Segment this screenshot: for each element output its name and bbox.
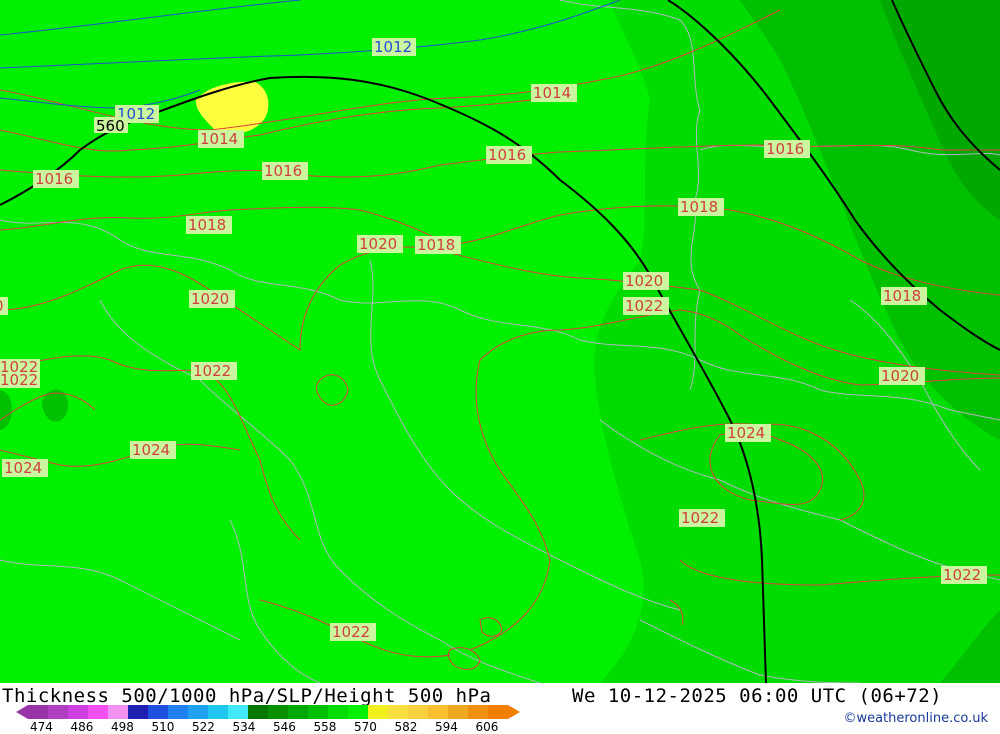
scale-swatch [328,705,348,719]
credit-text: ©weatheronline.co.uk [843,711,988,726]
scale-tick-label: 558 [313,720,337,734]
scale-swatches [28,705,508,719]
scale-swatch [348,705,368,719]
scale-tick-label: 522 [192,720,215,734]
svg-text:1016: 1016 [35,170,73,188]
scale-swatch [308,705,328,719]
svg-text:1020: 1020 [359,235,397,253]
scale-swatch [128,705,148,719]
scale-tick-label: 582 [394,720,418,734]
scale-swatch [408,705,428,719]
scale-tick-label: 546 [273,720,296,734]
isobar-label: 1024 [130,441,176,459]
svg-text:1022: 1022 [625,297,663,315]
scale-swatch [188,705,208,719]
isobar-label: 1022 [330,623,376,641]
scale-swatch [48,705,68,719]
svg-text:1020: 1020 [625,272,663,290]
scale-swatch [88,705,108,719]
svg-text:1012: 1012 [374,38,412,56]
svg-text:1018: 1018 [417,236,455,254]
isobar-label: 1022 [679,509,725,527]
scale-tick-label: 606 [475,720,499,734]
svg-text:1020: 1020 [881,367,919,385]
isobar-label: 1016 [262,162,308,180]
svg-text:1016: 1016 [766,140,804,158]
svg-text:1022: 1022 [0,371,38,389]
svg-text:1022: 1022 [193,362,231,380]
svg-text:1018: 1018 [680,198,718,216]
svg-text:1016: 1016 [488,146,526,164]
svg-text:1018: 1018 [188,216,226,234]
scale-swatch [108,705,128,719]
isobar-label: 1022 [941,566,987,584]
scale-swatch [148,705,168,719]
color-scale [16,705,520,719]
scale-swatch [28,705,48,719]
isobar-label: 1020 [623,272,669,290]
svg-text:1016: 1016 [264,162,302,180]
scale-tick-label: 594 [435,720,458,734]
scale-swatch [68,705,88,719]
scale-tick-label: 498 [111,720,134,734]
isobar-label: 1016 [486,146,532,164]
scale-tick-label: 534 [232,720,256,734]
scale-swatch [208,705,228,719]
svg-text:1014: 1014 [200,130,238,148]
scale-swatch [228,705,248,719]
scale-swatch [368,705,388,719]
weather-map: 1012 1012 560 1014 1014 1016 1016 1016 1… [0,0,1000,683]
height-label: 560 [94,117,128,135]
svg-text:1024: 1024 [4,459,42,477]
svg-text:560: 560 [96,117,125,135]
map-title: Thickness 500/1000 hPa/SLP/Height 500 hP… [2,685,492,707]
scale-swatch [268,705,288,719]
isobar-label: 1020 [189,290,235,308]
isobar-label: 1022 [0,371,40,389]
svg-text:1022: 1022 [681,509,719,527]
scale-swatch [428,705,448,719]
svg-text:0: 0 [0,297,4,315]
valid-time: We 10-12-2025 06:00 UTC (06+72) [572,685,943,707]
isobar-label: 1020 [879,367,925,385]
isobar-label: 1014 [531,84,577,102]
scale-swatch [388,705,408,719]
isobar-label: 1024 [2,459,48,477]
scale-tick-label: 570 [354,720,377,734]
scale-tick-label: 510 [151,720,175,734]
scale-swatch [448,705,468,719]
isobar-label: 1016 [764,140,810,158]
isobar-label: 1020 [357,235,403,253]
isobar-label: 1016 [33,170,79,188]
isobar-label: 1018 [415,236,461,254]
isobar-label-edge: 0 [0,297,8,315]
svg-text:1024: 1024 [132,441,170,459]
isobar-label: 1022 [191,362,237,380]
scale-tick-label: 486 [70,720,94,734]
scale-swatch [168,705,188,719]
scale-swatch [288,705,308,719]
isobar-label: 1022 [623,297,669,315]
scale-arrow-right-icon [508,705,520,719]
svg-text:1020: 1020 [191,290,229,308]
scale-arrow-left-icon [16,705,28,719]
isobar-label: 1012 [372,38,416,56]
scale-ticks: 474 486 498 510 522 534 546 558 570 582 594 606 [30,720,510,734]
scale-swatch [248,705,268,719]
map-footer: Thickness 500/1000 hPa/SLP/Height 500 hP… [0,683,1000,734]
isobar-label: 1014 [198,130,244,148]
isobar-label: 1018 [678,198,724,216]
isobar-label: 1024 [725,424,771,442]
svg-text:1018: 1018 [883,287,921,305]
isobar-label: 1018 [186,216,232,234]
svg-text:1022: 1022 [943,566,981,584]
svg-text:1024: 1024 [727,424,765,442]
scale-swatch [488,705,508,719]
scale-tick-label: 474 [30,720,53,734]
scale-swatch [468,705,488,719]
svg-text:1014: 1014 [533,84,571,102]
isobar-label: 1018 [881,287,927,305]
svg-text:1022: 1022 [332,623,370,641]
